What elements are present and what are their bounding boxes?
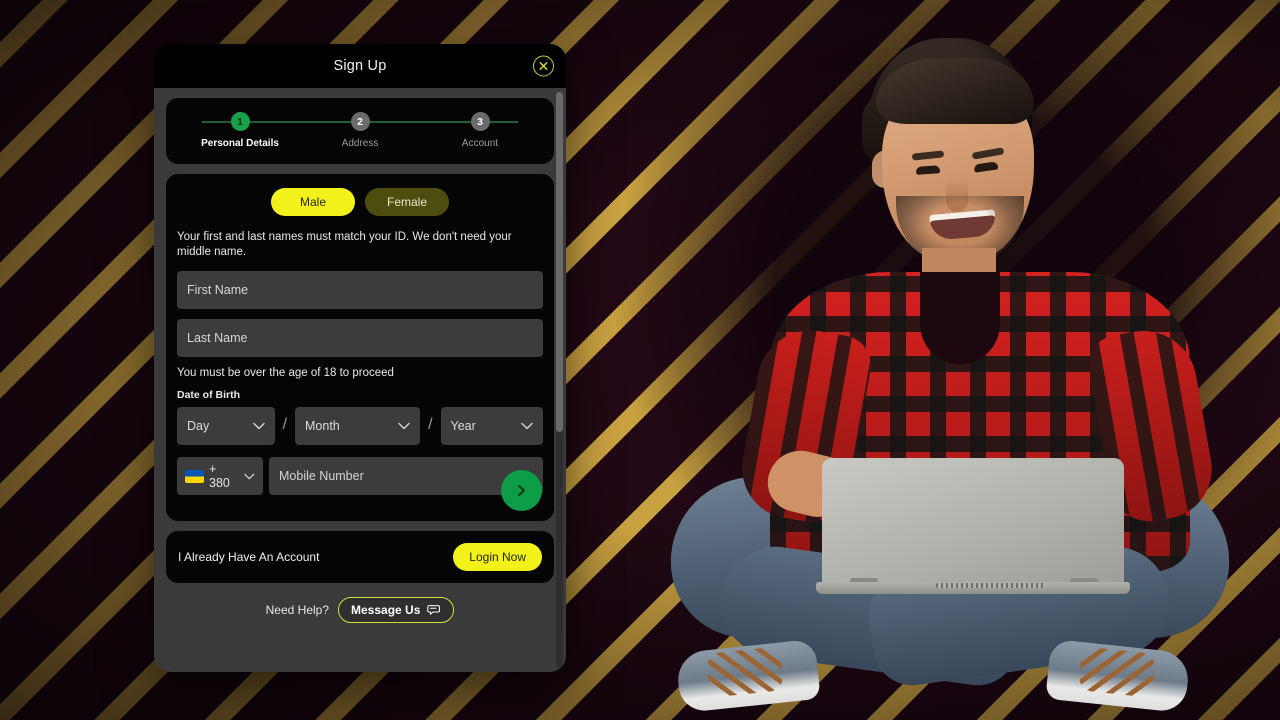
dob-year-value: Year <box>450 419 476 434</box>
personal-details-form: Male Female Your first and last names mu… <box>166 174 554 522</box>
stepper-step-personal-details[interactable]: 1 Personal Details <box>192 112 288 149</box>
message-us-button[interactable]: Message Us <box>338 597 455 624</box>
stepper-step-label: Personal Details <box>201 138 279 149</box>
modal-body: 1 Personal Details 2 Address 3 Account M… <box>154 88 566 672</box>
names-helper-text: Your first and last names must match you… <box>177 231 512 258</box>
chevron-right-icon <box>518 485 525 497</box>
dob-month-value: Month <box>305 419 340 434</box>
dob-day-select[interactable]: Day <box>177 407 275 446</box>
next-step-button[interactable] <box>501 470 542 512</box>
existing-account-text: I Already Have An Account <box>178 550 320 565</box>
dob-month-select[interactable]: Month <box>295 407 421 446</box>
stepper-step-address[interactable]: 2 Address <box>312 112 408 149</box>
login-now-button[interactable]: Login Now <box>453 543 542 572</box>
gender-toggle: Male Female <box>177 188 543 216</box>
close-icon[interactable] <box>533 55 554 77</box>
dob-year-select[interactable]: Year <box>440 407 543 446</box>
page-title: Sign Up <box>333 58 387 74</box>
signup-stepper: 1 Personal Details 2 Address 3 Account <box>166 98 554 164</box>
gender-option-female[interactable]: Female <box>365 188 449 216</box>
gender-option-male[interactable]: Male <box>271 188 355 216</box>
age-helper-text: You must be over the age of 18 to procee… <box>177 367 394 380</box>
chevron-down-icon <box>521 423 533 430</box>
stepper-step-number: 2 <box>350 112 370 131</box>
date-of-birth-row: Day / Month / Year <box>177 407 543 446</box>
modal-scrollbar-thumb[interactable] <box>556 92 563 432</box>
country-code-select[interactable]: + 380 <box>177 457 263 496</box>
dob-separator: / <box>282 416 288 434</box>
chevron-down-icon <box>244 473 255 480</box>
stepper-step-label: Account <box>461 138 499 149</box>
chevron-down-icon <box>252 423 265 430</box>
help-row: Need Help? Message Us <box>166 583 554 624</box>
man-with-laptop-photo <box>600 0 1280 720</box>
stepper-step-number: 3 <box>470 112 490 131</box>
stepper-step-account[interactable]: 3 Account <box>432 112 528 149</box>
signup-modal: Sign Up 1 Personal Details 2 Address 3 A… <box>154 44 566 672</box>
stepper-step-number: 1 <box>230 112 250 131</box>
need-help-text: Need Help? <box>265 603 329 618</box>
first-name-input[interactable]: First Name <box>177 271 543 310</box>
country-code-value: + 380 <box>209 462 230 491</box>
chevron-down-icon <box>398 423 410 430</box>
ukraine-flag-icon <box>185 469 204 483</box>
dob-day-value: Day <box>187 419 210 434</box>
modal-header: Sign Up <box>154 44 566 88</box>
existing-account-row: I Already Have An Account Login Now <box>166 531 554 584</box>
message-us-label: Message Us <box>351 603 421 618</box>
stepper-step-label: Address <box>341 138 379 149</box>
chat-bubble-icon <box>427 605 441 616</box>
date-of-birth-label: Date of Birth <box>177 389 240 402</box>
phone-row: + 380 Mobile Number <box>177 457 543 496</box>
dob-separator: / <box>428 416 433 434</box>
last-name-input[interactable]: Last Name <box>177 319 543 358</box>
